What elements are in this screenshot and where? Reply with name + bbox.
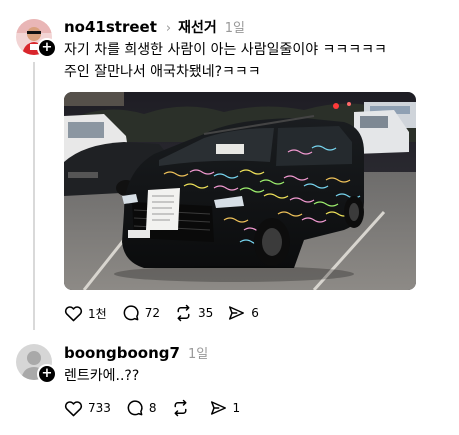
post-username[interactable]: no41street [64, 18, 157, 36]
share-button[interactable]: 1 [209, 399, 241, 417]
post-text-line-2: 주인 잘만나서 애국차됐네?ㅋㅋㅋ [64, 64, 261, 80]
post-timestamp[interactable]: 1일 [225, 17, 245, 36]
reply-actions: 733 8 1 [64, 399, 254, 417]
post-header: no41street › 재선거 1일 [64, 17, 245, 37]
post-text-line-1: 자기 차를 희생한 사람이 아는 사람일줄이야 ㅋㅋㅋㅋㅋ [64, 42, 387, 58]
send-icon [210, 401, 226, 415]
thread-reply: + boongboong7 1일 렌트카에..?? 733 8 1 [0, 335, 459, 435]
reply-timestamp[interactable]: 1일 [188, 343, 208, 362]
topic-tag[interactable]: 재선거 [178, 17, 217, 37]
car-photo-icon [64, 92, 416, 290]
like-button[interactable]: 733 [64, 399, 111, 417]
reply-header: boongboong7 1일 [64, 343, 208, 362]
like-count: 1천 [88, 306, 107, 321]
heart-icon [64, 306, 83, 322]
thread-post: + no41street › 재선거 1일 자기 차를 희생한 사람이 아는 사… [0, 0, 459, 330]
follow-plus-icon[interactable]: + [37, 38, 57, 58]
post-image[interactable] [64, 92, 416, 290]
follow-plus-icon[interactable]: + [37, 364, 57, 384]
comment-count: 72 [144, 306, 160, 320]
repost-icon [177, 304, 190, 322]
reply-text: 렌트카에..?? [64, 368, 140, 384]
repost-count: 35 [197, 306, 214, 320]
send-icon [229, 306, 245, 320]
chevron-right-icon: › [165, 21, 172, 36]
comment-count: 8 [148, 401, 157, 415]
post-actions: 1천 72 35 6 [64, 304, 273, 322]
comment-button[interactable]: 8 [125, 399, 157, 417]
thread-connector-line [33, 62, 35, 330]
reply-username[interactable]: boongboong7 [64, 344, 180, 362]
repost-icon [174, 399, 187, 417]
like-count: 733 [88, 401, 111, 415]
repost-button[interactable] [171, 399, 195, 417]
like-button[interactable]: 1천 [64, 304, 107, 322]
repost-button[interactable]: 35 [174, 304, 213, 322]
share-count: 1 [232, 401, 241, 415]
heart-icon [64, 401, 83, 417]
comment-button[interactable]: 72 [121, 304, 160, 322]
comment-icon [127, 400, 143, 416]
share-count: 6 [251, 306, 259, 320]
share-button[interactable]: 6 [227, 304, 259, 322]
comment-icon [123, 305, 139, 321]
